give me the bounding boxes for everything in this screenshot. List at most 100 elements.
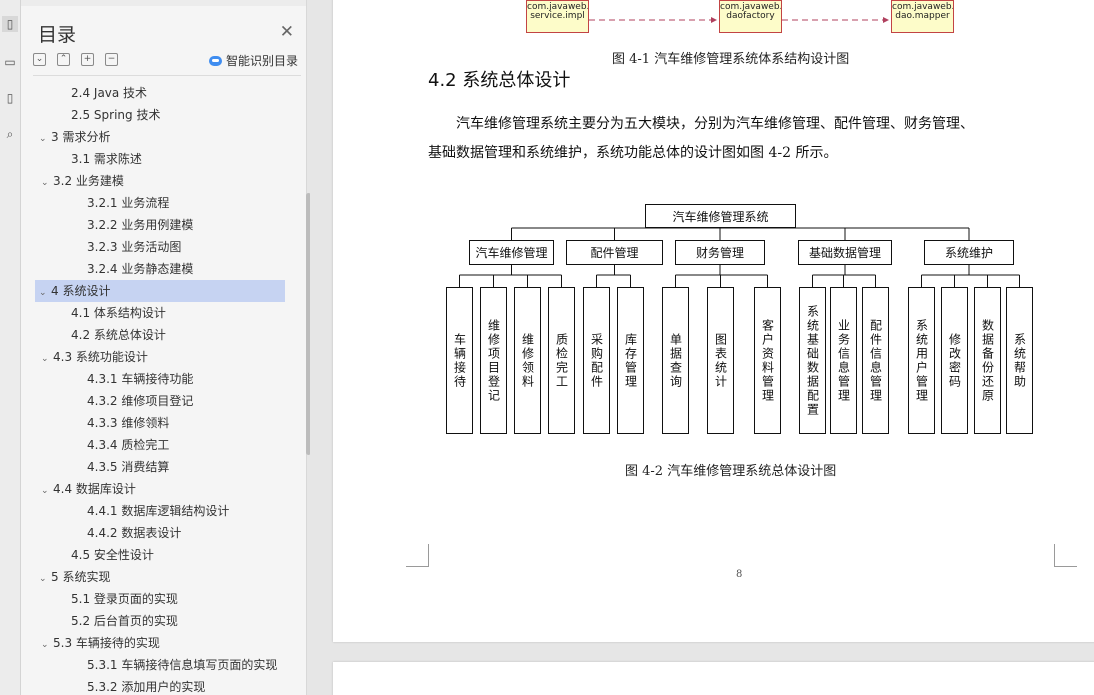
toc-item[interactable]: 4.4.1 数据库逻辑结构设计 xyxy=(35,500,283,522)
chevron-down-icon[interactable]: ⌄ xyxy=(41,348,53,368)
toc-item-label: 4.4.1 数据库逻辑结构设计 xyxy=(87,504,230,518)
toc-title: 目录 xyxy=(38,24,77,46)
toc-item[interactable]: 4.3.2 维修项目登记 xyxy=(35,390,283,412)
toc-item[interactable]: ⌄ 3.2 业务建模 xyxy=(35,170,283,192)
diagram-leaf-node: 质检完工 xyxy=(548,287,575,434)
add-heading-icon[interactable]: + xyxy=(81,53,94,66)
toc-item-label: 5 系统实现 xyxy=(51,570,111,584)
diagram-leaf-node-label: 图表统计 xyxy=(713,332,728,389)
toc-item[interactable]: ⌄ 3 需求分析 xyxy=(35,126,285,148)
smart-toc-label: 智能识别目录 xyxy=(225,54,298,68)
toc-panel-icon[interactable]: ▯ xyxy=(2,16,18,32)
toc-item[interactable]: 5.3.2 添加用户的实现 xyxy=(35,676,283,695)
toc-item[interactable]: 5.3.1 车辆接待信息填写页面的实现 xyxy=(35,654,283,676)
toc-item-label: 3.2.3 业务活动图 xyxy=(87,240,182,254)
toc-item-label: 4.2 系统总体设计 xyxy=(71,328,166,342)
diagram-leaf-node: 单据查询 xyxy=(662,287,689,434)
toc-item-label: 3 需求分析 xyxy=(51,130,111,144)
toc-item[interactable]: 5.2 后台首页的实现 xyxy=(35,610,283,632)
toc-item[interactable]: ⌄ 4.3 系统功能设计 xyxy=(35,346,283,368)
diagram-leaf-node-label: 维修项目登记 xyxy=(486,318,501,403)
search-icon[interactable]: ⌕ xyxy=(2,126,18,142)
page-corner-mark xyxy=(406,544,429,567)
diagram-module-node: 汽车维修管理 xyxy=(469,240,554,265)
toc-item-label: 5.3 车辆接待的实现 xyxy=(53,636,160,650)
diagram-module-node: 配件管理 xyxy=(566,240,663,265)
toc-item-label: 3.2.1 业务流程 xyxy=(87,196,170,210)
toc-item[interactable]: 3.2.3 业务活动图 xyxy=(35,236,283,258)
toc-item-label: 4.4.2 数据表设计 xyxy=(87,526,182,540)
diagram-leaf-node: 采购配件 xyxy=(583,287,610,434)
smart-toc-button[interactable]: 智能识别目录 xyxy=(208,52,298,69)
toc-item-label: 2.5 Spring 技术 xyxy=(71,108,161,122)
toc-item[interactable]: 4.3.3 维修领料 xyxy=(35,412,283,434)
toc-item-label: 5.2 后台首页的实现 xyxy=(71,614,178,628)
toc-item[interactable]: 4.4.2 数据表设计 xyxy=(35,522,283,544)
diagram-leaf-node-label: 质检完工 xyxy=(554,332,569,389)
diagram-root-node: 汽车维修管理系统 xyxy=(645,204,796,228)
diagram-leaf-node: 系统帮助 xyxy=(1006,287,1033,434)
chevron-down-icon[interactable]: ⌄ xyxy=(41,172,53,192)
document-page: com.javaweb. service.impl com.javaweb. d… xyxy=(333,0,1094,642)
toc-item-label: 4.5 安全性设计 xyxy=(71,548,154,562)
diagram-leaf-node: 系统基础数据配置 xyxy=(799,287,826,434)
chevron-down-icon[interactable]: ⌄ xyxy=(39,128,51,148)
close-icon[interactable]: ✕ xyxy=(280,22,294,42)
diagram-leaf-node: 维修领料 xyxy=(514,287,541,434)
remove-heading-icon[interactable]: − xyxy=(105,53,118,66)
diagram-leaf-node: 客户资料管理 xyxy=(754,287,781,434)
toc-item-label: 3.2.4 业务静态建模 xyxy=(87,262,194,276)
chevron-down-icon[interactable]: ⌄ xyxy=(41,634,53,654)
toc-item[interactable]: 4.2 系统总体设计 xyxy=(35,324,283,346)
toc-item[interactable]: ⌄ 4 系统设计 xyxy=(35,280,285,302)
toc-item[interactable]: 2.5 Spring 技术 xyxy=(35,104,283,126)
diagram-leaf-node-label: 数据备份还原 xyxy=(980,318,995,403)
toc-item[interactable]: 3.2.1 业务流程 xyxy=(35,192,283,214)
toc-item[interactable]: 4.3.1 车辆接待功能 xyxy=(35,368,283,390)
toc-item[interactable]: 5.1 登录页面的实现 xyxy=(35,588,283,610)
diagram-leaf-node: 修改密码 xyxy=(941,287,968,434)
diagram-leaf-node-label: 配件信息管理 xyxy=(868,318,883,403)
toc-item[interactable]: ⌄ 5.3 车辆接待的实现 xyxy=(35,632,283,654)
page-corner-mark xyxy=(1054,544,1077,567)
toc-item-label: 4.3.2 维修项目登记 xyxy=(87,394,194,408)
toc-topbar xyxy=(21,0,306,6)
toc-item[interactable]: 2.4 Java 技术 xyxy=(35,82,283,104)
diagram-module-node-label: 基础数据管理 xyxy=(808,246,881,260)
diagram-leaf-node-label: 系统基础数据配置 xyxy=(805,304,820,417)
toc-item-label: 3.2 业务建模 xyxy=(53,174,124,188)
toc-toolbar: ⌄ ⌃ + − xyxy=(33,53,118,66)
toc-item[interactable]: 4.3.4 质检完工 xyxy=(35,434,283,456)
toc-item-label: 4.4 数据库设计 xyxy=(53,482,136,496)
chevron-down-icon[interactable]: ⌄ xyxy=(39,282,51,302)
toc-item[interactable]: 4.3.5 消费结算 xyxy=(35,456,283,478)
toc-item[interactable]: 4.1 体系结构设计 xyxy=(35,302,283,324)
toc-item[interactable]: 4.5 安全性设计 xyxy=(35,544,283,566)
toc-item-label: 3.2.2 业务用例建模 xyxy=(87,218,194,232)
toc-list: 2.4 Java 技术 2.5 Spring 技术 ⌄ 3 需求分析 3.1 需求陈述 ⌄… xyxy=(35,82,285,695)
expand-all-icon[interactable]: ⌄ xyxy=(33,53,46,66)
toc-item[interactable]: 3.2.4 业务静态建模 xyxy=(35,258,283,280)
diagram-root-node-label: 汽车维修管理系统 xyxy=(672,210,769,224)
diagram-leaf-node: 维修项目登记 xyxy=(480,287,507,434)
toc-item[interactable]: ⌄ 5 系统实现 xyxy=(35,566,285,588)
diagram-module-node-label: 配件管理 xyxy=(590,246,639,260)
figure-caption: 图 4-2 汽车维修管理系统总体设计图 xyxy=(625,464,837,479)
chevron-down-icon[interactable]: ⌄ xyxy=(41,480,53,500)
toc-item[interactable]: 3.2.2 业务用例建模 xyxy=(35,214,283,236)
diagram-leaf-node: 车辆接待 xyxy=(446,287,473,434)
toc-item[interactable]: ⌄ 4.4 数据库设计 xyxy=(35,478,283,500)
chevron-down-icon[interactable]: ⌄ xyxy=(39,568,51,588)
toc-item[interactable]: 3.1 需求陈述 xyxy=(35,148,283,170)
diagram-leaf-node: 数据备份还原 xyxy=(974,287,1001,434)
bookmark-icon[interactable]: ▭ xyxy=(2,54,18,70)
diagram-leaf-node-label: 单据查询 xyxy=(668,332,683,389)
diagram-leaf-node-label: 系统帮助 xyxy=(1012,332,1027,389)
collapse-all-icon[interactable]: ⌃ xyxy=(57,53,70,66)
toc-panel: 目录 ✕ ⌄ ⌃ + − 智能识别目录 2.4 Java 技术 2.5 Sprin… xyxy=(21,0,311,695)
next-page xyxy=(333,662,1094,695)
thumbnail-icon[interactable]: ▯ xyxy=(2,90,18,106)
toc-item-label: 4.3.5 消费结算 xyxy=(87,460,170,474)
diagram-leaf-node-label: 业务信息管理 xyxy=(836,318,851,403)
left-rail: ▯ ▭ ▯ ⌕ xyxy=(0,0,21,695)
